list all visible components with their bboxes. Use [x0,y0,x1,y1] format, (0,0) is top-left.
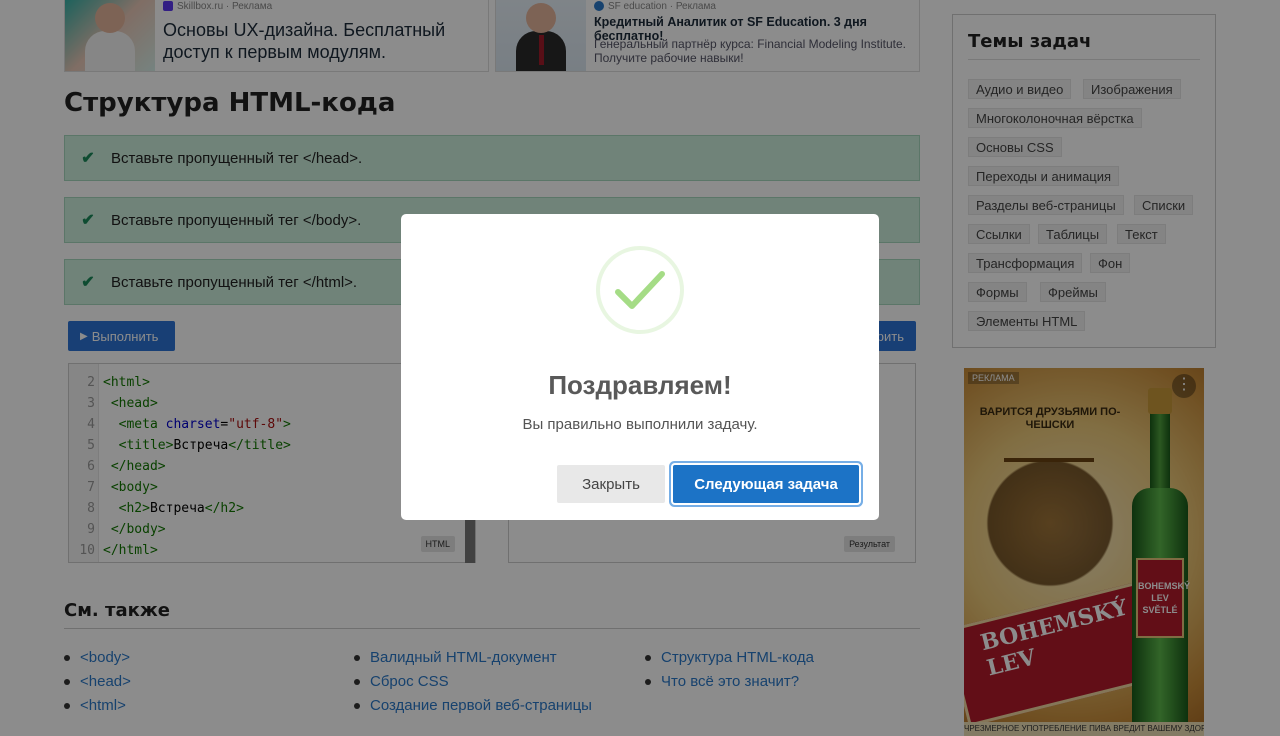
success-check-icon [596,246,684,334]
close-button[interactable]: Закрыть [557,465,665,503]
dialog-text: Вы правильно выполнили задачу. [522,416,758,433]
dialog-title: Поздравляем! [548,370,732,400]
success-dialog: Поздравляем! Вы правильно выполнили зада… [401,214,879,520]
modal-backdrop[interactable]: Поздравляем! Вы правильно выполнили зада… [0,0,1280,736]
next-task-button[interactable]: Следующая задача [673,465,859,503]
